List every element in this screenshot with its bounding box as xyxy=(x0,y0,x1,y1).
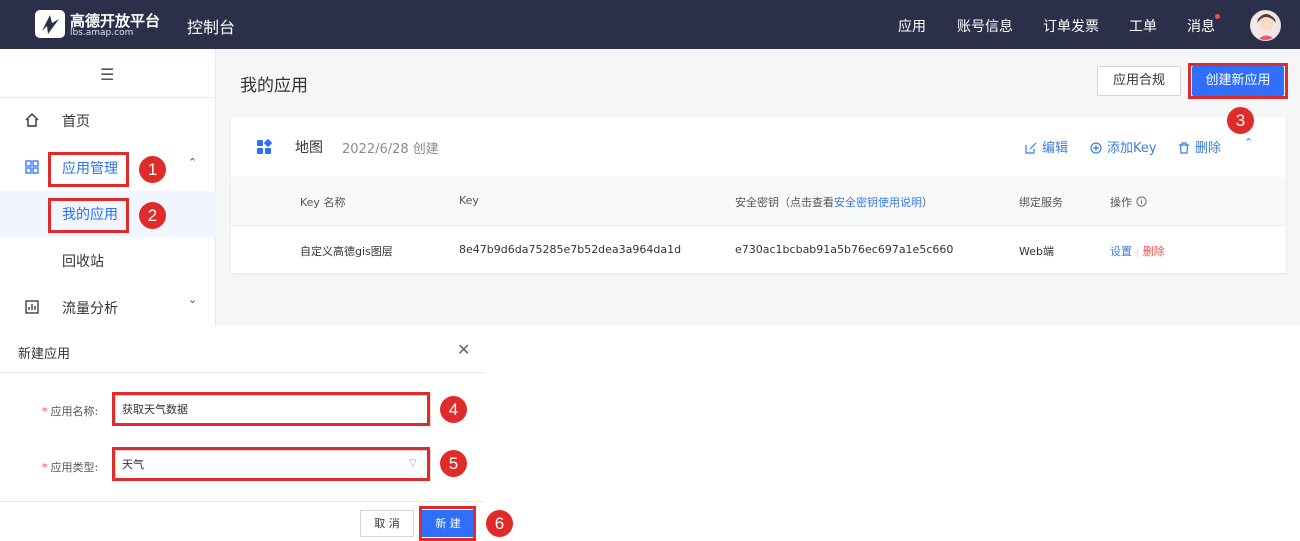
nav-invoices[interactable]: 订单发票 xyxy=(1043,16,1099,36)
chevron-down-icon: ⌄ xyxy=(188,293,198,306)
highlight-box-6 xyxy=(419,506,476,541)
nav-apps[interactable]: 应用 xyxy=(898,16,926,36)
row-actions: 设置 | 删除 xyxy=(1110,243,1165,259)
add-key-button[interactable]: 添加Key xyxy=(1090,137,1157,156)
row-key-name: 自定义高德gis图层 xyxy=(300,245,393,258)
row-secret: e730ac1bcbab91a5b76ec697a1e5c660 xyxy=(735,243,954,256)
main-content: 我的应用 应用合规 创建新应用 地图 2022/6/28 创建 编辑 添加Key… xyxy=(216,49,1300,326)
action-separator: | xyxy=(1135,245,1140,258)
top-bar: 高德开放平台 lbs.amap.com 控制台 应用 账号信息 订单发票 工单 … xyxy=(0,0,1300,49)
col-key: Key xyxy=(459,194,479,207)
edit-label: 编辑 xyxy=(1042,141,1069,156)
step-badge-4: 4 xyxy=(440,396,467,423)
home-icon xyxy=(25,113,39,127)
trash-icon xyxy=(1179,142,1189,154)
step-badge-5: 5 xyxy=(440,450,467,477)
add-key-label: 添加Key xyxy=(1107,141,1157,156)
dialog-title: 新建应用 xyxy=(18,347,71,362)
close-icon[interactable]: ✕ xyxy=(457,340,470,359)
app-compliance-button[interactable]: 应用合规 xyxy=(1097,66,1181,96)
unread-dot xyxy=(1215,14,1220,19)
delete-label: 删除 xyxy=(1195,141,1222,156)
col-actions: 操作 xyxy=(1110,194,1147,210)
app-card: 地图 2022/6/28 创建 编辑 添加Key 删除 ⌃ Key 名称 Key… xyxy=(231,117,1286,273)
cancel-button[interactable]: 取 消 xyxy=(360,510,414,537)
page-title: 我的应用 xyxy=(240,76,308,96)
logo-subtext: lbs.amap.com xyxy=(70,28,134,38)
step-badge-6: 6 xyxy=(486,510,513,537)
delete-key-link[interactable]: 删除 xyxy=(1143,245,1165,258)
app-icon xyxy=(257,139,272,154)
sidebar-item-home[interactable]: 首页 xyxy=(0,98,216,144)
col-secret-close: ） xyxy=(922,196,933,209)
step-badge-1: 1 xyxy=(139,156,166,183)
required-asterisk: * xyxy=(42,461,48,474)
sidebar: ☰ 首页 应用管理 ⌃ 我的应用 回收站 流量分析 ⌄ xyxy=(0,49,216,326)
chevron-up-icon: ⌃ xyxy=(188,156,198,169)
sidebar-item-label: 首页 xyxy=(62,114,90,130)
sidebar-item-label: 回收站 xyxy=(62,254,104,270)
delete-app-button[interactable]: 删除 xyxy=(1178,137,1221,156)
info-icon[interactable] xyxy=(1135,196,1147,207)
add-circle-icon xyxy=(1090,142,1102,154)
secret-help-link[interactable]: 安全密钥使用说明 xyxy=(834,196,922,209)
nav-messages[interactable]: 消息 xyxy=(1187,16,1215,36)
step-badge-3: 3 xyxy=(1227,107,1254,134)
row-service: Web端 xyxy=(1019,245,1054,258)
edit-button[interactable]: 编辑 xyxy=(1025,137,1068,156)
amap-logo-icon[interactable] xyxy=(34,9,66,39)
collapse-chevron-icon[interactable]: ⌃ xyxy=(1244,136,1253,149)
app-type-label-text: 应用类型: xyxy=(50,461,99,474)
nav-tickets[interactable]: 工单 xyxy=(1129,16,1157,36)
grid-icon xyxy=(25,160,39,174)
sidebar-item-label: 流量分析 xyxy=(62,301,118,317)
app-created-date: 2022/6/28 创建 xyxy=(342,142,439,157)
settings-link[interactable]: 设置 xyxy=(1110,245,1132,258)
highlight-box-4 xyxy=(112,392,430,426)
highlight-box-3 xyxy=(1188,63,1288,99)
highlight-box-2 xyxy=(48,198,129,233)
col-key-name: Key 名称 xyxy=(300,196,346,209)
sidebar-item-traffic-analysis[interactable]: 流量分析 ⌄ xyxy=(0,285,216,331)
col-service: 绑定服务 xyxy=(1019,196,1063,209)
app-type-label: * 应用类型: xyxy=(42,459,98,475)
highlight-box-1 xyxy=(48,152,129,187)
avatar[interactable] xyxy=(1250,10,1281,41)
dialog-footer-divider xyxy=(0,501,484,502)
nav-account[interactable]: 账号信息 xyxy=(957,16,1013,36)
row-key: 8e47b9d6da75285e7b52dea3a964da1d xyxy=(459,243,682,256)
app-name: 地图 xyxy=(295,140,323,156)
app-name-label-text: 应用名称: xyxy=(50,405,99,418)
required-asterisk: * xyxy=(42,405,48,418)
table-header: Key 名称 Key 安全密钥（点击查看安全密钥使用说明） 绑定服务 操作 xyxy=(231,177,1286,225)
col-secret: 安全密钥（点击查看安全密钥使用说明） xyxy=(735,194,933,210)
sidebar-item-recycle-bin[interactable]: 回收站 xyxy=(0,238,216,284)
col-secret-text: 安全密钥（点击查看 xyxy=(735,196,834,209)
console-title[interactable]: 控制台 xyxy=(187,14,235,38)
col-actions-label: 操作 xyxy=(1110,196,1132,209)
dialog-divider xyxy=(0,372,484,373)
chart-icon xyxy=(25,300,39,314)
menu-icon[interactable]: ☰ xyxy=(100,65,114,84)
step-badge-2: 2 xyxy=(139,202,166,229)
edit-icon xyxy=(1025,142,1037,154)
highlight-box-5 xyxy=(112,447,430,481)
table-row: 自定义高德gis图层 8e47b9d6da75285e7b52dea3a964d… xyxy=(231,225,1286,273)
app-name-label: * 应用名称: xyxy=(42,403,98,419)
